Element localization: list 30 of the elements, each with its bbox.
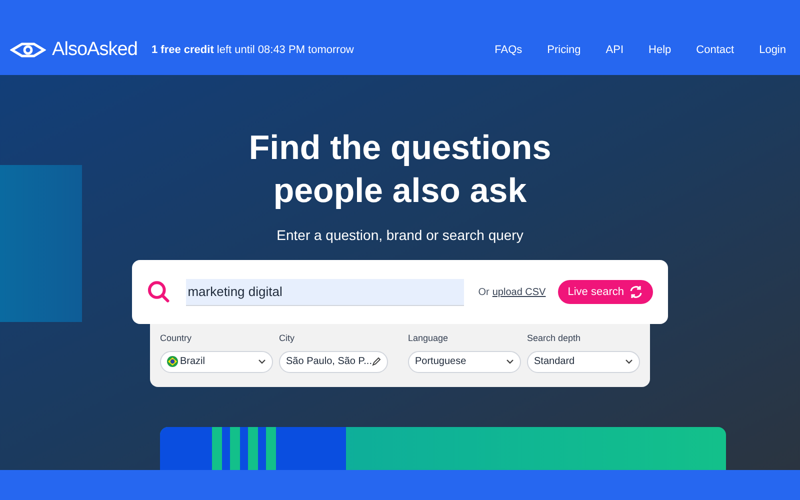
upload-prefix: Or: [478, 286, 490, 300]
nav-link[interactable]: Login: [759, 42, 786, 58]
city-field[interactable]: São Paulo, São P...: [279, 350, 388, 372]
refresh-icon: [629, 285, 643, 299]
field-label: City: [279, 332, 296, 345]
nav-link[interactable]: FAQs: [494, 42, 522, 58]
dropdown[interactable]: Portuguese: [408, 350, 521, 372]
dropdown[interactable]: Brazil: [160, 350, 273, 372]
pencil-icon: [372, 357, 381, 366]
chevron-down-icon: [506, 359, 514, 364]
search-icon: [147, 280, 171, 304]
chevron-down-icon: [625, 359, 633, 364]
nav-link[interactable]: API: [606, 42, 624, 58]
nav-link[interactable]: Pricing: [547, 42, 581, 58]
nav-link[interactable]: Help: [648, 42, 672, 58]
field-label: Country: [160, 332, 193, 345]
subtitle: Enter a question, brand or search query: [276, 226, 524, 245]
chevron-down-icon: [258, 359, 266, 364]
headline: people also ask: [273, 171, 527, 212]
logo-text[interactable]: AlsoAsked: [52, 36, 138, 64]
field-label: Language: [408, 332, 450, 345]
logo-icon: [10, 42, 46, 58]
headline: Find the questions: [248, 128, 552, 169]
upload-csv-link[interactable]: upload CSV: [492, 284, 546, 300]
field-label: Search depth: [527, 332, 582, 345]
dropdown[interactable]: Standard: [527, 350, 640, 372]
live-search-button[interactable]: Live search: [558, 280, 653, 304]
credit-notice: 1 free credit left until 08:43 PM tomorrow: [152, 42, 354, 58]
nav-link[interactable]: Contact: [696, 42, 734, 58]
search-field[interactable]: marketing digital: [186, 278, 464, 306]
